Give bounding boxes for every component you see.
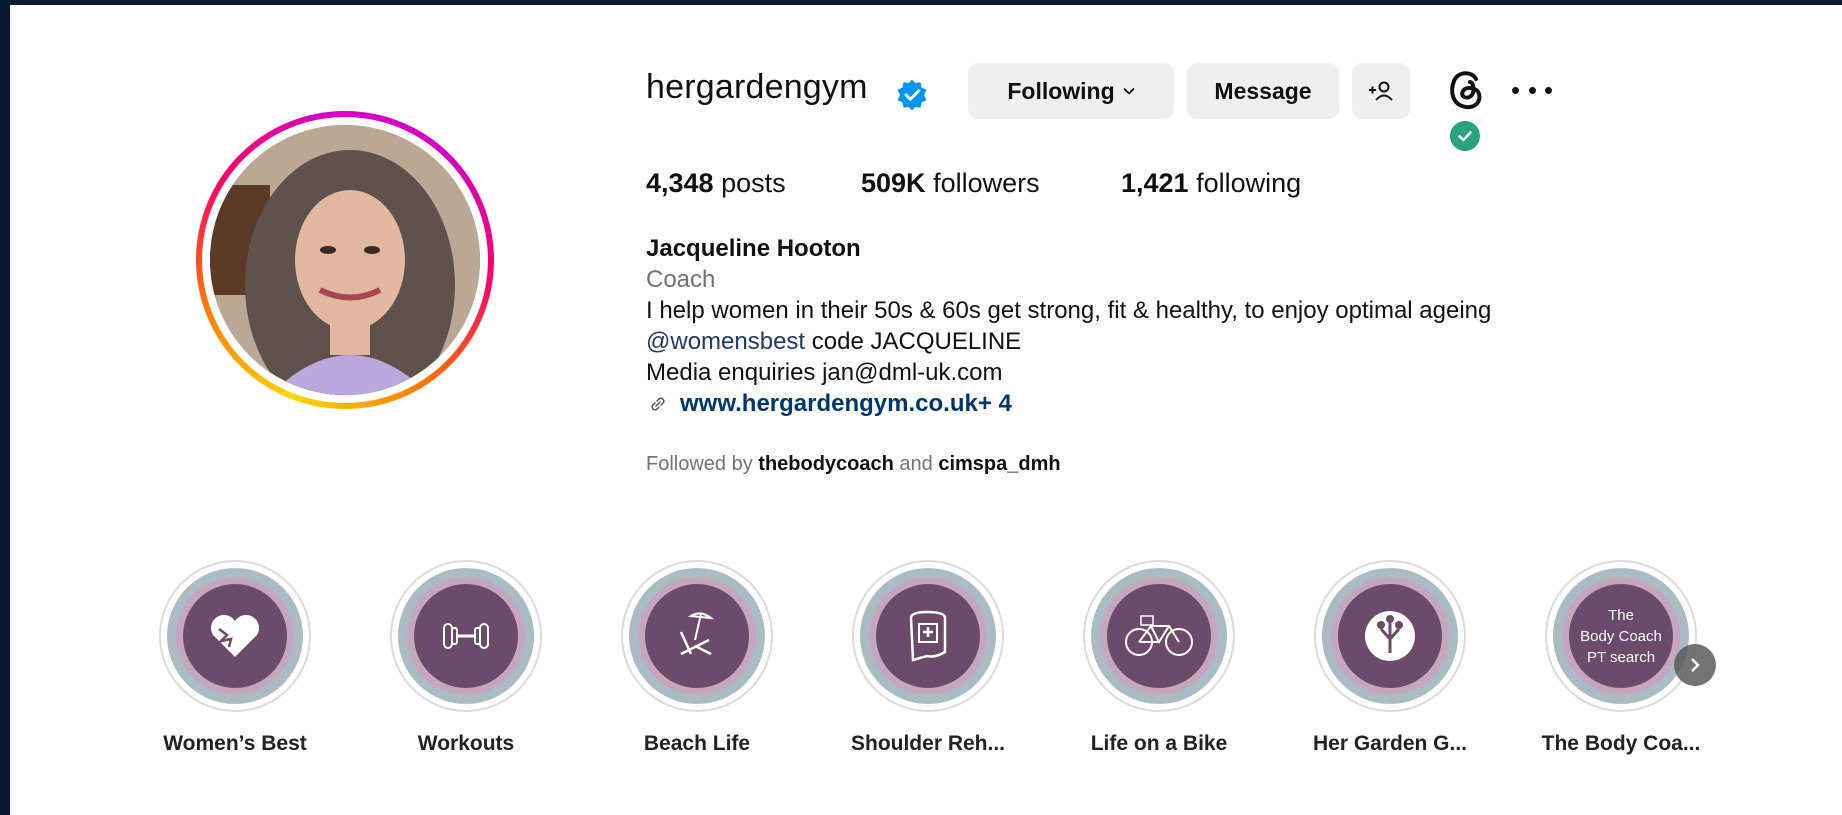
highlight-life-on-a-bike[interactable]: Life on a Bike	[1059, 560, 1259, 756]
highlight-her-garden-gym[interactable]: Her Garden G...	[1290, 560, 1490, 756]
tree-icon	[1365, 611, 1415, 661]
more-options-icon[interactable]	[1512, 80, 1552, 100]
highlight-shoulder-rehab[interactable]: Shoulder Reh...	[828, 560, 1028, 756]
chevron-right-icon	[1691, 658, 1700, 672]
message-button-label: Message	[1214, 77, 1312, 104]
link-icon	[651, 396, 665, 411]
threads-icon[interactable]	[1444, 65, 1488, 115]
profile-full-name: Jacqueline Hooton	[646, 235, 861, 262]
bio-links[interactable]: www.hergardengym.co.uk + 4	[646, 388, 1491, 419]
followed-by-prefix: Followed by	[646, 453, 759, 475]
add-user-icon	[1369, 81, 1393, 101]
profile-avatar[interactable]	[196, 111, 494, 409]
following-label: following	[1196, 168, 1302, 198]
highlight-beach-life[interactable]: Beach Life	[597, 560, 797, 756]
highlight-womens-best[interactable]: Women’s Best	[135, 560, 335, 756]
threads-verified-badge	[1450, 121, 1480, 151]
followed-by[interactable]: Followed by thebodycoach and cimspa_dmh	[646, 453, 1061, 476]
highlight-label: Life on a Bike	[1090, 732, 1228, 755]
highlight-label: Workouts	[417, 732, 515, 755]
mention-link[interactable]: @womensbest	[646, 328, 805, 355]
followers-stat[interactable]: 509K followers	[861, 168, 1040, 199]
profile-page: hergardengym Following Message 4,348 pos…	[10, 5, 1842, 815]
followed-by-user: thebodycoach	[758, 453, 894, 475]
following-button[interactable]: Following	[968, 63, 1174, 119]
more-links: + 4	[977, 390, 1012, 417]
highlight-cover-text: The Body Coach PT search	[1580, 605, 1662, 668]
suggested-users-button[interactable]	[1352, 63, 1410, 119]
highlight-label: The Body Coa...	[1541, 732, 1701, 755]
followed-by-user: cimspa_dmh	[938, 453, 1061, 475]
bandage-icon	[909, 610, 947, 662]
cover-line: Body Coach	[1580, 627, 1662, 645]
bicycle-icon	[1125, 615, 1193, 656]
highlight-label: Her Garden G...	[1312, 732, 1468, 755]
chevron-down-icon	[1123, 87, 1135, 95]
cover-line: PT search	[1586, 648, 1656, 666]
check-icon	[1458, 131, 1472, 142]
followers-count: 509K	[861, 168, 926, 198]
cover-line: The	[1608, 606, 1634, 624]
followed-by-joiner: and	[893, 453, 939, 475]
highlight-label: Beach Life	[643, 732, 751, 755]
highlight-label: Shoulder Reh...	[850, 732, 1005, 755]
posts-label: posts	[721, 168, 786, 198]
profile-username: hergardengym	[646, 68, 868, 106]
highlight-workouts[interactable]: Workouts	[366, 560, 566, 756]
profile-bio: Jacqueline Hooton Coach I help women in …	[646, 233, 1491, 419]
dumbbell-icon	[443, 623, 489, 649]
bio-line: I help women in their 50s & 60s get stro…	[646, 297, 1492, 324]
heart-lion-icon	[210, 614, 260, 657]
verified-badge-icon	[897, 79, 927, 111]
posts-stat: 4,348 posts	[646, 168, 786, 199]
following-button-label: Following	[1007, 77, 1115, 104]
message-button[interactable]: Message	[1187, 63, 1339, 119]
following-stat[interactable]: 1,421 following	[1121, 168, 1301, 199]
website-link: www.hergardengym.co.uk	[680, 390, 978, 417]
profile-category: Coach	[646, 266, 716, 293]
followers-label: followers	[933, 168, 1040, 198]
avatar-photo	[210, 125, 480, 395]
posts-count: 4,348	[646, 168, 714, 198]
beach-chair-icon	[679, 612, 715, 656]
highlight-label: Women’s Best	[163, 732, 307, 755]
mention-suffix: code JACQUELINE	[805, 328, 1022, 355]
bio-media-line: Media enquiries jan@dml-uk.com	[646, 359, 1003, 386]
highlights-next-button[interactable]	[1674, 644, 1716, 686]
bio-mention-line: @womensbest code JACQUELINE	[646, 326, 1491, 357]
following-count: 1,421	[1121, 168, 1189, 198]
